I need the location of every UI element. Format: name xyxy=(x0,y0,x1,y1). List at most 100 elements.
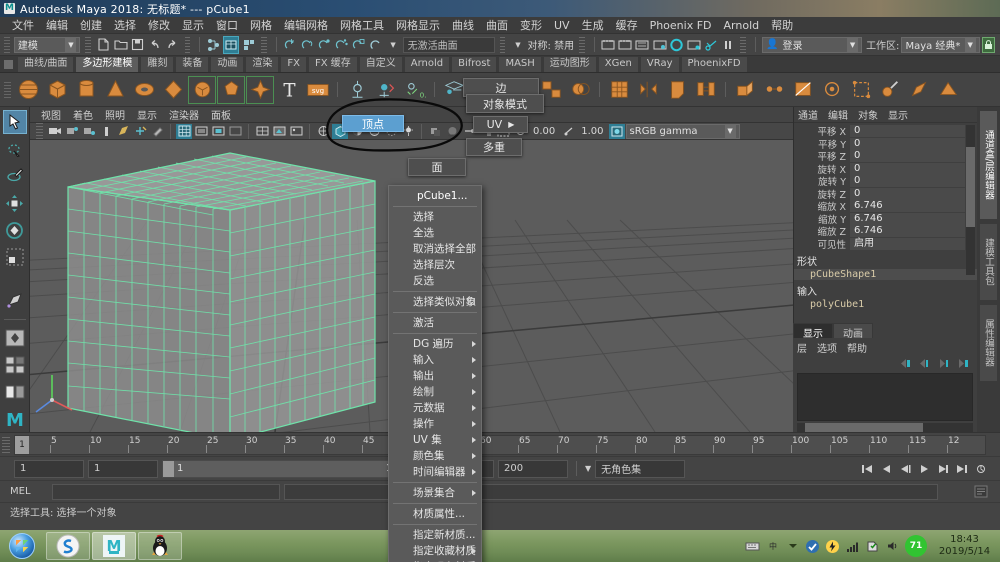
table-row[interactable]: 旋转 X 0 xyxy=(794,162,977,176)
image-plane-2-icon[interactable] xyxy=(288,124,304,139)
make-live-icon[interactable] xyxy=(368,36,383,54)
table-row[interactable]: 平移 Y 0 xyxy=(794,137,977,151)
select-by-hierarchy-icon[interactable] xyxy=(206,36,221,54)
network-signal-icon[interactable] xyxy=(845,539,860,554)
range-slider-bar[interactable]: 1 120 xyxy=(162,459,420,478)
main-menu-bar[interactable]: 文件 编辑 创建 选择 修改 显示 窗口 网格 编辑网格 网格工具 网格显示 曲… xyxy=(0,17,1000,34)
gate-mask-icon[interactable] xyxy=(227,124,243,139)
go-to-end-icon[interactable] xyxy=(953,460,971,478)
shelf-tab-fx[interactable]: FX xyxy=(280,56,307,72)
menu-item-display[interactable]: 显示 xyxy=(176,17,210,34)
context-menu-item-select-similar[interactable]: 选择类似对象 xyxy=(389,294,481,310)
attr-value[interactable]: 0 xyxy=(850,150,965,163)
film-origin-icon[interactable] xyxy=(254,124,270,139)
taskbar-maya-icon[interactable]: M xyxy=(92,532,136,560)
multi-cut-icon[interactable] xyxy=(789,76,817,104)
context-menu-title[interactable]: pCube1... xyxy=(389,188,481,204)
workspace-selector[interactable]: Maya 经典* ▼ xyxy=(901,36,980,53)
vtab-attribute-editor[interactable]: 属性编辑器 xyxy=(979,304,998,382)
menu-item-help[interactable]: 帮助 xyxy=(765,17,799,34)
menu-item-phoenix-fd[interactable]: Phoenix FD xyxy=(644,17,718,34)
poly-prism-icon[interactable] xyxy=(217,75,245,104)
shelf-tab-bifrost[interactable]: Bifrost xyxy=(451,56,498,72)
script-editor-icon[interactable] xyxy=(972,483,990,501)
mirror-icon[interactable] xyxy=(634,76,662,104)
poly-pyramid-icon[interactable] xyxy=(246,75,274,104)
context-menu-item-scene-assembly[interactable]: 场景集合 xyxy=(389,485,481,501)
ipr-render-icon[interactable] xyxy=(618,36,633,54)
attr-value[interactable]: 6.746 xyxy=(850,225,965,238)
chevron-down-icon-symmetry[interactable]: ▼ xyxy=(510,36,525,54)
snap-point-icon[interactable] xyxy=(317,36,332,54)
redo-icon[interactable] xyxy=(165,36,180,54)
step-forward-icon[interactable] xyxy=(934,460,952,478)
smooth-icon[interactable] xyxy=(605,76,633,104)
poly-pivot-icon[interactable] xyxy=(343,76,371,104)
render-sequence-icon[interactable] xyxy=(686,36,701,54)
shelf-tab-motion-graphics[interactable]: 运动图形 xyxy=(542,56,597,72)
render-view-icon[interactable] xyxy=(669,36,684,54)
select-camera-icon[interactable] xyxy=(47,124,63,139)
tool-box[interactable]: M xyxy=(0,107,30,432)
layer-editor-buttons[interactable] xyxy=(793,355,977,371)
color-management-icon[interactable] xyxy=(608,123,625,139)
shelf-options-handle[interactable] xyxy=(4,60,13,69)
menu-item-modify[interactable]: 修改 xyxy=(142,17,176,34)
menu-item-edit-mesh[interactable]: 编辑网格 xyxy=(278,17,334,34)
image-plane-icon[interactable] xyxy=(98,124,114,139)
table-row[interactable]: 平移 X 0 xyxy=(794,125,977,138)
channel-input-node[interactable]: polyCube1 xyxy=(794,299,977,310)
paint-select-tool-icon[interactable] xyxy=(3,164,27,188)
command-response-output[interactable] xyxy=(284,483,938,500)
range-slider-row[interactable]: 1 1 1 120 120 200 ▼ 无角色集 xyxy=(0,456,1000,480)
context-menu-item-select-all[interactable]: 全选 xyxy=(389,225,481,241)
render-current-frame-icon[interactable] xyxy=(601,36,616,54)
layer-editor-tabs[interactable]: 显示 动画 xyxy=(793,323,977,340)
time-slider[interactable]: 1 5 10 15 20 25 30 35 40 45 50 55 60 65 … xyxy=(0,432,1000,456)
table-row[interactable]: 旋转 Y 0 xyxy=(794,175,977,188)
status-line-toolbar[interactable]: 建模 ▼ ▼ 无激活曲面 ▼ 对称: 禁用 👤 登录 ▼ 工作区: Maya 经… xyxy=(0,34,1000,56)
move-tool-icon[interactable] xyxy=(3,191,27,215)
context-menu-item-select-hierarchy[interactable]: 选择层次 xyxy=(389,257,481,273)
shelf-tab-rendering[interactable]: 渲染 xyxy=(245,56,280,72)
context-menu-item-metadata[interactable]: 元数据 xyxy=(389,400,481,416)
shelf-tab-mash[interactable]: MASH xyxy=(498,56,542,72)
layer-first-icon[interactable] xyxy=(898,357,912,369)
poly-cone-icon[interactable] xyxy=(101,76,129,104)
select-by-component-icon[interactable] xyxy=(241,36,256,54)
render-settings-icon[interactable] xyxy=(635,36,650,54)
bevel-icon[interactable] xyxy=(663,76,691,104)
layer-prev-icon[interactable] xyxy=(917,357,931,369)
attr-value[interactable]: 0 xyxy=(850,175,965,188)
viewport-menu-show[interactable]: 显示 xyxy=(131,107,163,122)
viewport-menu-shading[interactable]: 着色 xyxy=(67,107,99,122)
playblast-icon[interactable] xyxy=(703,36,718,54)
poly-torus-icon[interactable] xyxy=(130,76,158,104)
crease-icon[interactable] xyxy=(934,76,962,104)
context-menu-item-assign-new-material[interactable]: 指定新材质... xyxy=(389,527,481,543)
table-row[interactable]: 可见性 启用 xyxy=(794,237,977,251)
vtab-modeling-toolkit[interactable]: 建模工具包 xyxy=(979,223,998,301)
grease-pencil-icon[interactable] xyxy=(132,124,148,139)
context-menu-item-dg-traversal[interactable]: DG 遍历 xyxy=(389,336,481,352)
table-row[interactable]: 缩放 X 6.746 xyxy=(794,200,977,213)
show-hidden-icon[interactable] xyxy=(785,539,800,554)
exposure-icon[interactable] xyxy=(271,124,287,139)
lock-icon[interactable] xyxy=(981,36,996,53)
persp-outliner-layout-icon[interactable] xyxy=(3,353,27,377)
shelf-tab-fx-cache[interactable]: FX 缓存 xyxy=(307,56,358,72)
sidebar-vertical-tabs[interactable]: 通道盒/层编辑器 建模工具包 属性编辑器 xyxy=(977,107,1000,432)
menu-item-curves[interactable]: 曲线 xyxy=(446,17,480,34)
attr-value[interactable]: 6.746 xyxy=(850,212,965,225)
current-frame-indicator[interactable]: 1 xyxy=(15,436,29,454)
menu-item-cache[interactable]: 缓存 xyxy=(610,17,644,34)
windows-taskbar[interactable]: M 中 71 18:43 2019/5/14 xyxy=(0,530,1000,562)
shelf-tab-custom[interactable]: 自定义 xyxy=(358,56,403,72)
context-menu-item-uv-sets[interactable]: UV 集 xyxy=(389,432,481,448)
tab-display-layers[interactable]: 显示 xyxy=(793,323,833,340)
playback-controls[interactable] xyxy=(858,460,990,478)
rotate-tool-icon[interactable] xyxy=(3,218,27,242)
chevron-down-icon-charset[interactable]: ▼ xyxy=(585,464,591,473)
quad-draw-icon[interactable] xyxy=(847,76,875,104)
play-forwards-icon[interactable] xyxy=(915,460,933,478)
